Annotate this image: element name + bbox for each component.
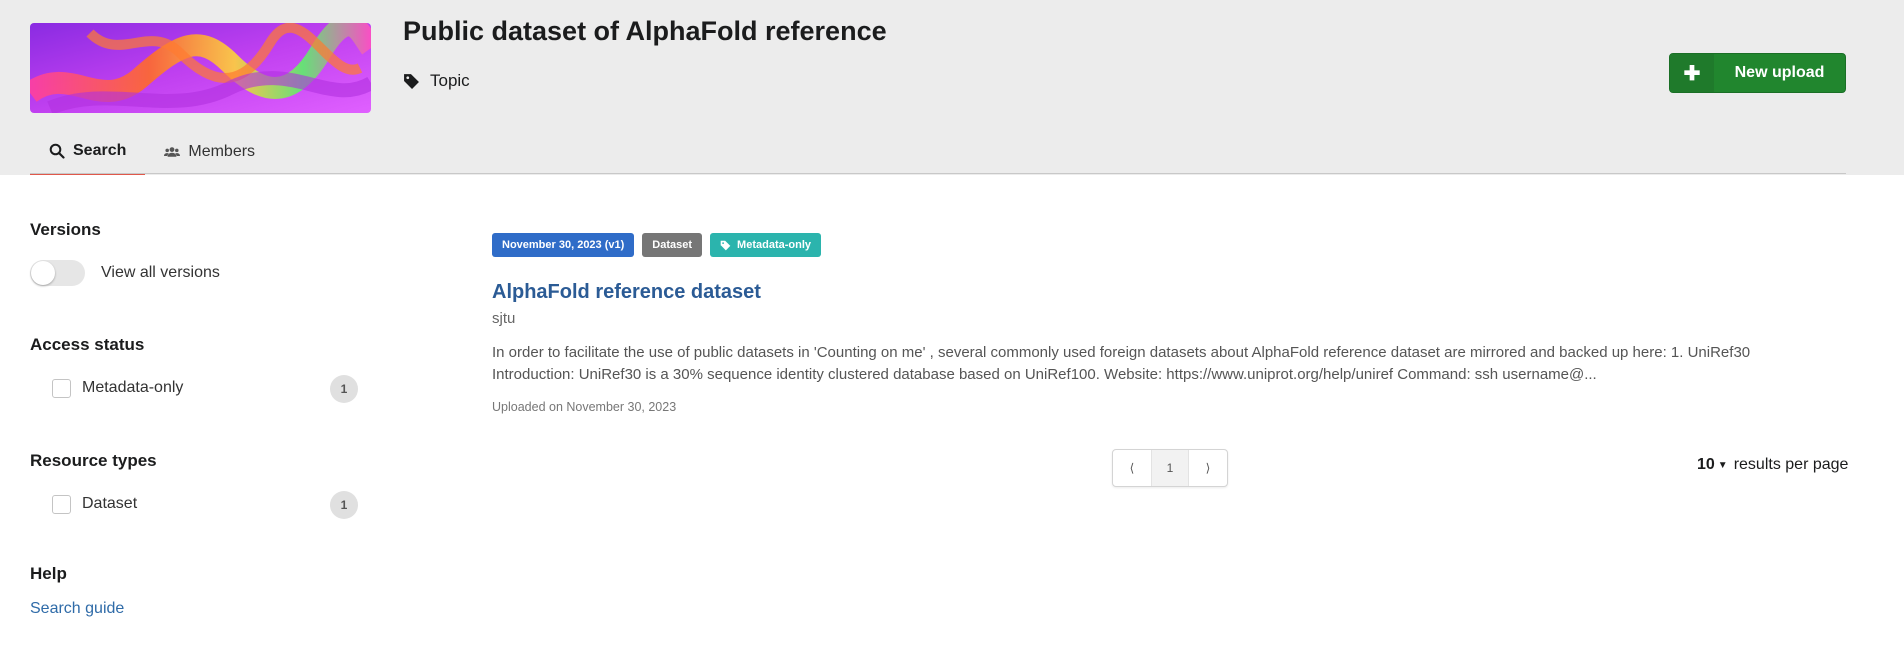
per-page-value: 10	[1697, 456, 1715, 473]
help-title: Help	[30, 564, 67, 583]
caret-down-icon: ▼	[1717, 459, 1728, 471]
resource-type-badge: Dataset	[642, 233, 703, 257]
header-divider	[30, 173, 1846, 174]
facet-count-badge: 1	[330, 491, 358, 519]
access-status-facet: Access status Metadata-only 1	[30, 335, 360, 403]
access-status-label: Metadata-only	[737, 239, 812, 251]
per-page-dropdown[interactable]: 10 ▼	[1697, 456, 1728, 474]
users-icon	[164, 146, 181, 157]
record-creator: sjtu	[492, 310, 516, 327]
previous-page-button[interactable]: ⟨	[1113, 450, 1151, 486]
result-item: November 30, 2023 (v1) Dataset Metadata-…	[492, 233, 1846, 414]
new-upload-button[interactable]: ✚ New upload	[1669, 53, 1846, 93]
record-description: In order to facilitate the use of public…	[492, 344, 1751, 383]
record-uploaded-date: Uploaded on November 30, 2023	[492, 400, 677, 414]
pagination: ⟨ 1 ⟩	[1112, 449, 1228, 487]
plus-icon: ✚	[1670, 54, 1714, 92]
toggle-knob	[31, 261, 55, 285]
page-1-button[interactable]: 1	[1151, 450, 1189, 486]
access-status-title: Access status	[30, 335, 145, 354]
search-guide-link[interactable]: Search guide	[30, 600, 360, 618]
access-status-badge: Metadata-only	[710, 233, 822, 257]
facet-count-badge: 1	[330, 375, 358, 403]
results-per-page: 10 ▼ results per page	[1697, 456, 1848, 474]
search-results: November 30, 2023 (v1) Dataset Metadata-…	[492, 233, 1846, 414]
next-page-button[interactable]: ⟩	[1189, 450, 1227, 486]
tab-search-label: Search	[73, 141, 127, 159]
view-all-versions-row: View all versions	[30, 260, 360, 286]
versions-facet: Versions View all versions	[30, 220, 360, 286]
community-header: Public dataset of AlphaFold reference To…	[0, 0, 1904, 175]
tag-icon	[404, 73, 419, 89]
per-page-label: results per page	[1733, 456, 1849, 473]
tag-icon	[720, 240, 731, 250]
tab-search[interactable]: Search	[30, 128, 146, 175]
facet-option-metadata-only[interactable]: Metadata-only 1	[30, 375, 360, 403]
resource-types-title: Resource types	[30, 451, 157, 470]
version-date-badge: November 30, 2023 (v1)	[492, 233, 635, 257]
facet-option-label: Metadata-only	[82, 379, 184, 396]
help-section: Help Search guide	[30, 564, 360, 618]
community-type: Topic	[403, 71, 470, 91]
community-title: Public dataset of AlphaFold reference	[403, 16, 887, 46]
search-facets: Versions View all versions Access status…	[30, 220, 360, 618]
tab-members-label: Members	[188, 142, 256, 160]
search-icon	[49, 143, 65, 159]
community-type-label: Topic	[430, 71, 470, 90]
result-labels: November 30, 2023 (v1) Dataset Metadata-…	[492, 233, 1846, 257]
community-tabs: Search Members	[30, 128, 274, 175]
metadata-only-checkbox[interactable]	[52, 378, 71, 398]
record-title-link[interactable]: AlphaFold reference dataset	[492, 281, 1846, 304]
new-upload-label: New upload	[1734, 64, 1825, 81]
versions-title: Versions	[30, 220, 101, 239]
tab-members[interactable]: Members	[145, 128, 274, 175]
view-all-versions-label: View all versions	[101, 264, 220, 281]
community-logo-image	[30, 23, 371, 113]
view-all-versions-toggle[interactable]	[30, 260, 85, 286]
facet-option-dataset[interactable]: Dataset 1	[30, 491, 360, 519]
dataset-checkbox[interactable]	[52, 494, 71, 514]
facet-option-label: Dataset	[82, 495, 138, 512]
resource-types-facet: Resource types Dataset 1	[30, 451, 360, 519]
